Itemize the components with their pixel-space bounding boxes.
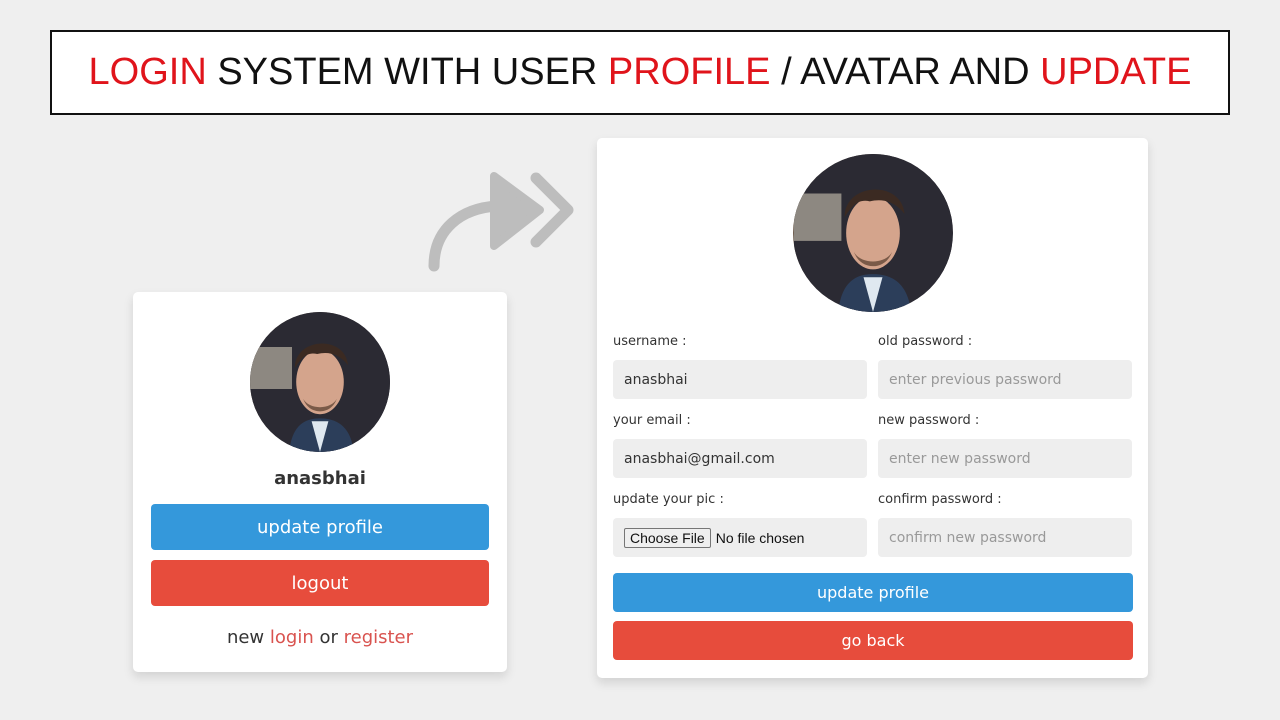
username-input[interactable]: anasbhai bbox=[613, 360, 867, 399]
email-input[interactable]: anasbhai@gmail.com bbox=[613, 439, 867, 478]
pic-label: update your pic : bbox=[613, 492, 724, 507]
choose-file-button[interactable]: Choose File bbox=[624, 527, 711, 548]
new-password-input[interactable]: enter new password bbox=[878, 439, 1132, 478]
username-display: anasbhai bbox=[274, 468, 366, 489]
banner-text-2: / AVATAR AND bbox=[770, 51, 1041, 93]
avatar bbox=[793, 154, 953, 312]
avatar-image-icon bbox=[794, 154, 952, 312]
email-label: your email : bbox=[613, 413, 691, 428]
links-prefix: new bbox=[226, 627, 270, 648]
auth-links: new login or register bbox=[133, 627, 507, 648]
logout-button[interactable]: logout bbox=[151, 560, 489, 606]
update-profile-card: username : anasbhai your email : anasbha… bbox=[597, 138, 1148, 678]
avatar bbox=[250, 312, 390, 452]
register-link[interactable]: register bbox=[344, 627, 413, 648]
profile-card: anasbhai update profile logout new login… bbox=[133, 292, 507, 672]
curved-arrow-icon bbox=[428, 172, 574, 272]
banner-word-profile: PROFILE bbox=[607, 51, 771, 93]
banner-word-login: LOGIN bbox=[88, 51, 207, 93]
old-password-label: old password : bbox=[878, 334, 973, 349]
update-profile-button[interactable]: update profile bbox=[151, 504, 489, 550]
new-password-label: new password : bbox=[878, 413, 980, 428]
avatar-image-icon bbox=[250, 312, 390, 452]
old-password-input[interactable]: enter previous password bbox=[878, 360, 1132, 399]
banner-word-update: UPDATE bbox=[1040, 51, 1192, 93]
update-profile-submit-button[interactable]: update profile bbox=[613, 573, 1133, 612]
links-middle: or bbox=[313, 627, 344, 648]
file-input[interactable]: Choose File No file chosen bbox=[613, 518, 867, 557]
go-back-button[interactable]: go back bbox=[613, 621, 1133, 660]
login-link[interactable]: login bbox=[270, 627, 314, 648]
file-status: No file chosen bbox=[715, 529, 805, 546]
confirm-password-label: confirm password : bbox=[878, 492, 1002, 507]
username-label: username : bbox=[613, 334, 687, 349]
banner-text-1: SYSTEM WITH USER bbox=[206, 51, 608, 93]
title-banner: LOGIN SYSTEM WITH USER PROFILE / AVATAR … bbox=[50, 30, 1230, 115]
confirm-password-input[interactable]: confirm new password bbox=[878, 518, 1132, 557]
